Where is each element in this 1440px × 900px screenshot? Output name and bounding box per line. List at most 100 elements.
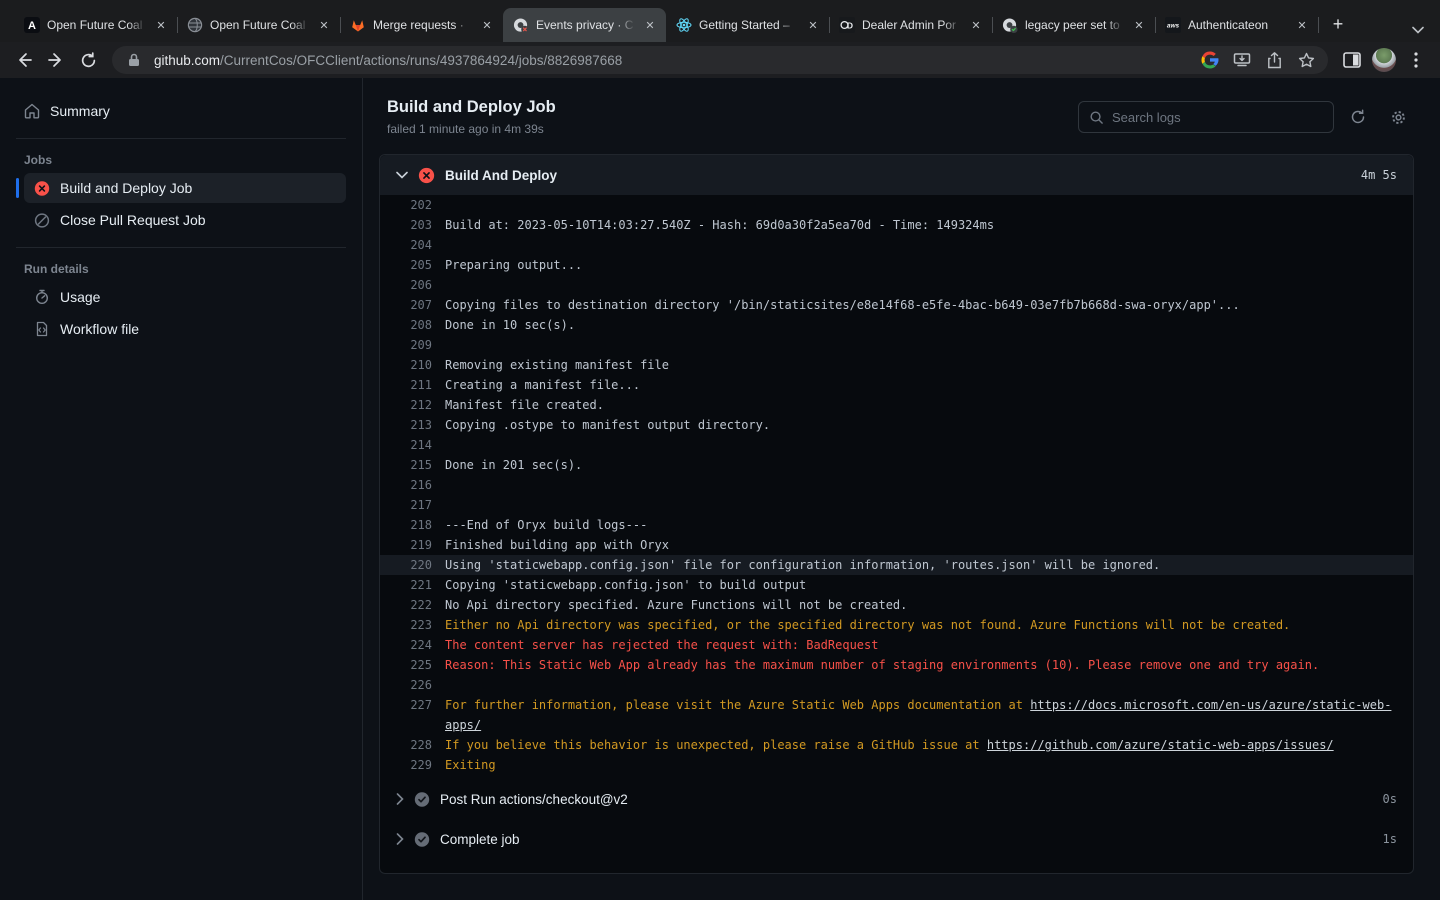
sidebar-run-detail-1[interactable]: Usage	[24, 282, 346, 312]
actions-run-page: Summary Jobs Build and Deploy JobClose P…	[0, 78, 1440, 900]
browser-tab-7[interactable]: legacy peer set to ✕	[992, 8, 1155, 42]
install-icon[interactable]	[1230, 48, 1254, 72]
log-line[interactable]: 218---End of Oryx build logs---	[380, 515, 1413, 535]
sidebar-job-2[interactable]: Close Pull Request Job	[24, 205, 346, 235]
refresh-logs-icon[interactable]	[1342, 101, 1374, 133]
tab-close-icon[interactable]: ✕	[1131, 17, 1147, 33]
log-line-number: 216	[396, 475, 432, 495]
log-line[interactable]: 214	[380, 435, 1413, 455]
log-line[interactable]: 225Reason: This Static Web App already h…	[380, 655, 1413, 675]
log-step-2[interactable]: Complete job1s	[380, 819, 1413, 859]
log-line[interactable]: 203Build at: 2023-05-10T14:03:27.540Z - …	[380, 215, 1413, 235]
google-logo-icon[interactable]	[1198, 48, 1222, 72]
tab-close-icon[interactable]: ✕	[642, 17, 658, 33]
log-line[interactable]: 223Either no Api directory was specified…	[380, 615, 1413, 635]
sidebar-run-detail-2[interactable]: Workflow file	[24, 314, 346, 344]
browser-tab-8[interactable]: awsAuthenticateon✕	[1155, 8, 1318, 42]
chevron-down-icon[interactable]	[396, 171, 408, 179]
log-line[interactable]: 220Using 'staticwebapp.config.json' file…	[380, 555, 1413, 575]
search-logs-input[interactable]	[1112, 110, 1323, 125]
log-line-number: 229	[396, 755, 432, 775]
log-line[interactable]: 215Done in 201 sec(s).	[380, 455, 1413, 475]
sidebar-item-summary[interactable]: Summary	[16, 96, 346, 126]
failed-status-icon	[34, 180, 50, 196]
log-line[interactable]: 211Creating a manifest file...	[380, 375, 1413, 395]
log-group-header[interactable]: Build And Deploy 4m 5s	[380, 155, 1413, 195]
tab-close-icon[interactable]: ✕	[1294, 17, 1310, 33]
reload-button[interactable]	[74, 46, 102, 74]
log-line[interactable]: 208Done in 10 sec(s).	[380, 315, 1413, 335]
browser-tab-6[interactable]: DDealer Admin Por✕	[829, 8, 992, 42]
log-line[interactable]: 213Copying .ostype to manifest output di…	[380, 415, 1413, 435]
log-line[interactable]: 210Removing existing manifest file	[380, 355, 1413, 375]
log-line[interactable]: 226	[380, 675, 1413, 695]
log-link[interactable]: https://github.com/azure/static-web-apps…	[987, 738, 1334, 752]
log-line-number: 225	[396, 655, 432, 675]
log-line[interactable]: 204	[380, 235, 1413, 255]
browser-tab-2[interactable]: Open Future Coal✕	[177, 8, 340, 42]
new-tab-button[interactable]: +	[1324, 10, 1352, 38]
browser-tab-5[interactable]: Getting Started –✕	[666, 8, 829, 42]
tab-close-icon[interactable]: ✕	[153, 17, 169, 33]
summary-label: Summary	[50, 103, 110, 119]
gitlab-favicon	[350, 17, 366, 33]
log-line-number: 212	[396, 395, 432, 415]
log-line[interactable]: 212Manifest file created.	[380, 395, 1413, 415]
log-line-text: No Api directory specified. Azure Functi…	[445, 595, 1397, 615]
address-bar[interactable]: github.com/CurrentCos/OFCClient/actions/…	[112, 46, 1328, 74]
log-step-1[interactable]: Post Run actions/checkout@v20s	[380, 779, 1413, 819]
step-duration: 0s	[1383, 792, 1397, 806]
browser-menu-icon[interactable]	[1402, 46, 1430, 74]
bookmark-star-icon[interactable]	[1294, 48, 1318, 72]
tab-close-icon[interactable]: ✕	[479, 17, 495, 33]
browser-tab-3[interactable]: Merge requests ·✕	[340, 8, 503, 42]
log-line[interactable]: 221Copying 'staticwebapp.config.json' to…	[380, 575, 1413, 595]
sidebar-job-1[interactable]: Build and Deploy Job	[24, 173, 346, 203]
skipped-status-icon	[34, 212, 50, 228]
log-line[interactable]: 219Finished building app with Oryx	[380, 535, 1413, 555]
log-line-number: 220	[396, 555, 432, 575]
back-button[interactable]	[10, 46, 38, 74]
log-line[interactable]: 228If you believe this behavior is unexp…	[380, 735, 1413, 755]
log-line[interactable]: 209	[380, 335, 1413, 355]
log-line-number: 207	[396, 295, 432, 315]
globe-favicon	[187, 17, 203, 33]
log-group-title: Build And Deploy	[445, 168, 1351, 183]
log-line[interactable]: 207Copying files to destination director…	[380, 295, 1413, 315]
log-line[interactable]: 217	[380, 495, 1413, 515]
log-line[interactable]: 216	[380, 475, 1413, 495]
log-link[interactable]: https://docs.microsoft.com/en-us/azure/s…	[445, 698, 1391, 732]
tab-title: Events privacy · C	[536, 18, 635, 32]
log-line[interactable]: 229Exiting	[380, 755, 1413, 775]
profile-avatar[interactable]	[1370, 46, 1398, 74]
step-title: Complete job	[440, 832, 1373, 847]
forward-button[interactable]	[42, 46, 70, 74]
search-logs-box[interactable]	[1078, 101, 1334, 133]
log-settings-gear-icon[interactable]	[1382, 101, 1414, 133]
log-line-text	[445, 475, 1397, 495]
log-line[interactable]: 202	[380, 195, 1413, 215]
failed-status-icon	[418, 167, 435, 184]
browser-tab-4[interactable]: Events privacy · C ✕	[503, 8, 666, 42]
log-line[interactable]: 227For further information, please visit…	[380, 695, 1413, 735]
tab-close-icon[interactable]: ✕	[968, 17, 984, 33]
log-line[interactable]: 222No Api directory specified. Azure Fun…	[380, 595, 1413, 615]
log-line[interactable]: 224The content server has rejected the r…	[380, 635, 1413, 655]
chevron-right-icon[interactable]	[396, 833, 404, 845]
tab-search-chevron-icon[interactable]	[1412, 26, 1424, 34]
log-line[interactable]: 206	[380, 275, 1413, 295]
side-panel-icon[interactable]	[1338, 46, 1366, 74]
browser-tab-1[interactable]: AOpen Future Coal✕	[14, 8, 177, 42]
log-group-duration: 4m 5s	[1361, 168, 1397, 182]
share-icon[interactable]	[1262, 48, 1286, 72]
tab-close-icon[interactable]: ✕	[805, 17, 821, 33]
tab-title: legacy peer set to	[1025, 18, 1124, 32]
log-line-number: 217	[396, 495, 432, 515]
sidebar-divider	[16, 138, 346, 139]
chevron-right-icon[interactable]	[396, 793, 404, 805]
tab-close-icon[interactable]: ✕	[316, 17, 332, 33]
log-line-number: 218	[396, 515, 432, 535]
log-line-text	[445, 675, 1397, 695]
github-failed-favicon	[513, 17, 529, 33]
log-line[interactable]: 205Preparing output...	[380, 255, 1413, 275]
